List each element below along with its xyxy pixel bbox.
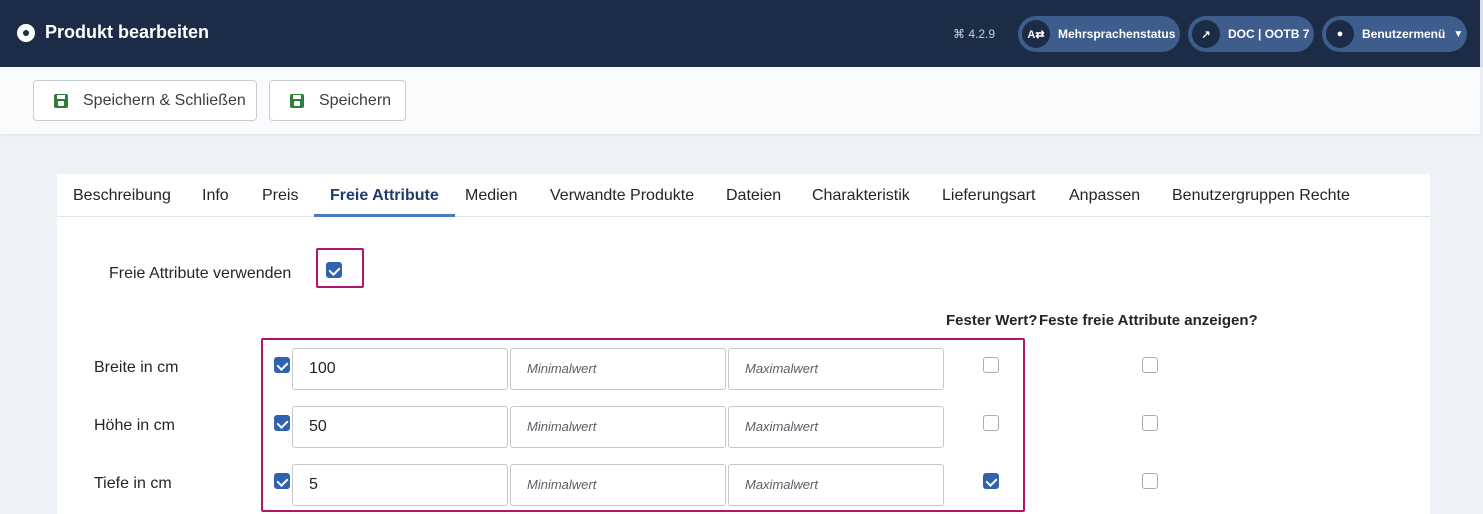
tab-preis[interactable]: Preis: [246, 174, 314, 217]
chevron-down-icon: ▼: [1453, 28, 1464, 40]
tab-medien[interactable]: Medien: [449, 174, 533, 217]
attribute-value-input[interactable]: [292, 406, 508, 448]
show-fixed-attributes-header: Feste freie Attribute anzeigen?: [1039, 312, 1258, 329]
save-and-close-button[interactable]: Speichern & Schließen: [33, 80, 257, 121]
user-menu-button[interactable]: ● Benutzermenü ▼: [1322, 16, 1467, 52]
edit-card: Beschreibung Info Preis Freie Attribute …: [57, 174, 1430, 514]
user-icon: ●: [1326, 20, 1354, 48]
tab-info[interactable]: Info: [186, 174, 245, 217]
show-fixed-checkbox[interactable]: [1142, 415, 1158, 431]
fixed-value-checkbox[interactable]: [983, 357, 999, 373]
multilanguage-status-button[interactable]: A⇄ Mehrsprachenstatus: [1018, 16, 1180, 52]
joomla-logo-icon: [17, 24, 35, 42]
attribute-enable-checkbox[interactable]: [274, 357, 290, 373]
tab-freie-attribute[interactable]: Freie Attribute: [314, 174, 455, 217]
use-free-attributes-checkbox[interactable]: [326, 262, 342, 278]
language-icon: A⇄: [1022, 20, 1050, 48]
attribute-label-height: Höhe in cm: [94, 417, 175, 434]
save-button[interactable]: Speichern: [269, 80, 406, 121]
save-label: Speichern: [319, 91, 392, 109]
multilanguage-status-label: Mehrsprachenstatus: [1058, 27, 1176, 41]
attribute-label-width: Breite in cm: [94, 359, 179, 376]
attribute-value-input[interactable]: [292, 348, 508, 390]
tab-beschreibung[interactable]: Beschreibung: [57, 174, 187, 217]
tab-bar: Beschreibung Info Preis Freie Attribute …: [57, 174, 1430, 217]
tab-charakteristik[interactable]: Charakteristik: [796, 174, 926, 217]
app-header: Produkt bearbeiten ⌘ 4.2.9 A⇄ Mehrsprach…: [0, 0, 1483, 67]
save-icon: [290, 93, 304, 108]
show-fixed-checkbox[interactable]: [1142, 357, 1158, 373]
tab-benutzergruppen-rechte[interactable]: Benutzergruppen Rechte: [1156, 174, 1366, 217]
attribute-min-input[interactable]: [510, 464, 726, 506]
site-link-label: DOC | OOTB 7: [1228, 27, 1310, 41]
fixed-value-checkbox[interactable]: [983, 415, 999, 431]
show-fixed-checkbox[interactable]: [1142, 473, 1158, 489]
tab-anpassen[interactable]: Anpassen: [1053, 174, 1156, 217]
page-title: Produkt bearbeiten: [45, 22, 210, 42]
site-link-button[interactable]: ↗ DOC | OOTB 7: [1188, 16, 1314, 52]
fixed-value-checkbox[interactable]: [983, 473, 999, 489]
version-label: ⌘ 4.2.9: [953, 27, 996, 41]
attribute-enable-checkbox[interactable]: [274, 473, 290, 489]
fixed-value-header: Fester Wert?: [946, 312, 1038, 329]
attribute-value-input[interactable]: [292, 464, 508, 506]
tab-verwandte-produkte[interactable]: Verwandte Produkte: [534, 174, 710, 217]
attribute-max-input[interactable]: [728, 348, 944, 390]
attribute-label-depth: Tiefe in cm: [94, 475, 172, 492]
save-and-close-label: Speichern & Schließen: [83, 91, 246, 109]
attribute-min-input[interactable]: [510, 348, 726, 390]
tab-dateien[interactable]: Dateien: [710, 174, 797, 217]
attribute-min-input[interactable]: [510, 406, 726, 448]
attribute-max-input[interactable]: [728, 406, 944, 448]
user-menu-label: Benutzermenü: [1362, 27, 1446, 41]
tab-lieferungsart[interactable]: Lieferungsart: [926, 174, 1051, 217]
attribute-max-input[interactable]: [728, 464, 944, 506]
use-free-attributes-label: Freie Attribute verwenden: [109, 265, 292, 282]
external-link-icon: ↗: [1192, 20, 1220, 48]
attribute-enable-checkbox[interactable]: [274, 415, 290, 431]
save-icon: [54, 93, 68, 108]
toolbar: Speichern & Schließen Speichern: [0, 67, 1480, 134]
